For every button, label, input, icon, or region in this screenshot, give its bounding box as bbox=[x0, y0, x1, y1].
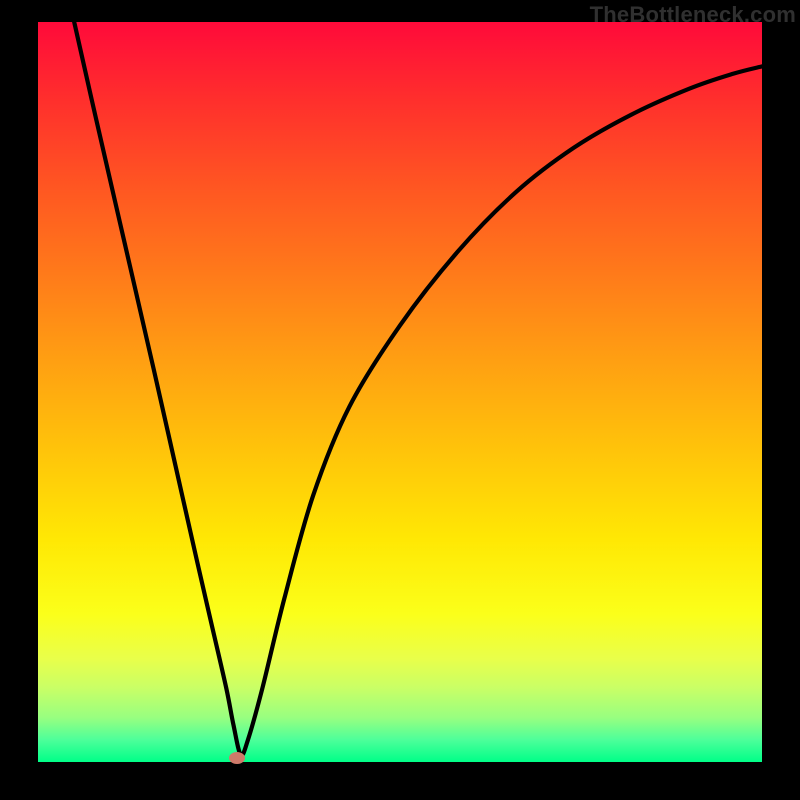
curve-layer bbox=[38, 22, 762, 762]
plot-area bbox=[38, 22, 762, 762]
bottleneck-curve bbox=[74, 22, 762, 755]
chart-stage: TheBottleneck.com bbox=[0, 0, 800, 800]
min-point-marker bbox=[229, 752, 245, 764]
attribution-text: TheBottleneck.com bbox=[590, 2, 796, 28]
